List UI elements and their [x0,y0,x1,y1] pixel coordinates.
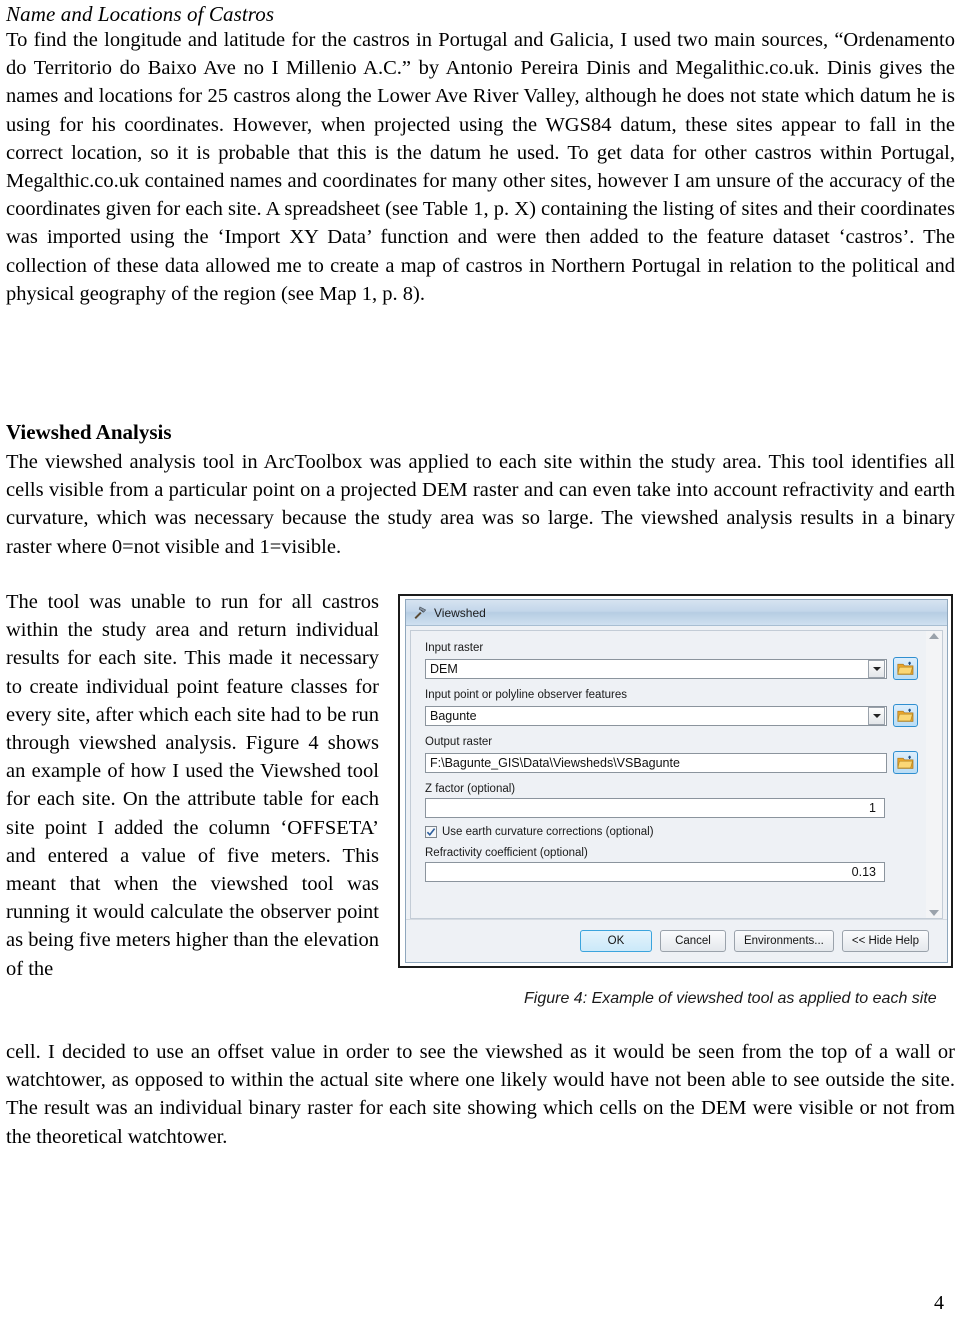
folder-open-icon [897,661,914,676]
label-refractivity-coefficient: Refractivity coefficient (optional) [425,847,588,859]
field-row-output-raster: F:\Bagunte_GIS\Data\Viewsheds\VSBagunte [425,751,926,774]
dialog-footer: OK Cancel Environments... << Hide Help [406,919,947,962]
viewshed-dialog: Viewshed Input raster DEM Input point or… [405,599,948,963]
hammer-icon [412,605,428,620]
page-number: 4 [934,1292,944,1314]
label-z-factor: Z factor (optional) [425,783,516,795]
observer-features-combobox[interactable]: Bagunte [425,705,887,726]
earth-curvature-checkbox[interactable] [425,826,437,838]
field-row-z-factor: 1 [425,798,926,818]
dialog-vertical-scrollbar[interactable] [926,630,943,919]
paragraph-viewshed-analysis: The viewshed analysis tool in ArcToolbox… [6,451,955,558]
checkbox-row-earth-curvature[interactable]: Use earth curvature corrections (optiona… [425,826,926,838]
folder-open-icon [897,708,914,723]
dialog-body: Input raster DEM Input point or polyline… [406,626,947,919]
z-factor-value: 1 [869,801,876,815]
scroll-down-arrow-icon[interactable] [929,910,939,916]
section-heading-viewshed-analysis: Viewshed Analysis [6,420,172,444]
dialog-titlebar: Viewshed [406,600,947,626]
input-raster-value: DEM [430,661,458,676]
chevron-down-icon[interactable] [868,659,885,678]
figure-4-viewshed-dialog-image: Viewshed Input raster DEM Input point or… [398,594,953,968]
document-page: Name and Locations of Castros To find th… [0,0,960,1332]
paragraph-name-and-locations: To find the longitude and latitude for t… [6,29,955,305]
paragraph-wrapped-narrow-column: The tool was unable to run for all castr… [6,591,379,980]
browse-button-output-raster[interactable] [893,751,918,774]
cancel-button[interactable]: Cancel [659,930,726,952]
hide-help-button[interactable]: << Hide Help [841,930,929,952]
dialog-form-pane: Input raster DEM Input point or polyline… [410,630,926,919]
input-raster-combobox[interactable]: DEM [425,658,887,679]
refractivity-value: 0.13 [851,865,876,879]
checkmark-icon [426,828,436,837]
folder-open-icon [897,755,914,770]
field-row-observer-features: Bagunte [425,704,926,727]
chevron-down-icon[interactable] [868,706,885,725]
ok-button[interactable]: OK [579,930,652,952]
field-row-input-raster: DEM [425,657,926,680]
label-observer-features: Input point or polyline observer feature… [425,689,628,701]
field-row-refractivity: 0.13 [425,862,926,882]
paragraph-wrapped-full-width: cell. I decided to use an offset value i… [6,1041,955,1148]
browse-button-observer-features[interactable] [893,704,918,727]
output-raster-value: F:\Bagunte_GIS\Data\Viewsheds\VSBagunte [430,755,680,770]
scroll-up-arrow-icon[interactable] [929,633,939,639]
section-heading-name-and-locations: Name and Locations of Castros [6,2,275,26]
browse-button-input-raster[interactable] [893,657,918,680]
label-input-raster: Input raster [425,642,484,654]
dialog-title-text: Viewshed [434,605,486,620]
refractivity-numberbox[interactable]: 0.13 [425,862,885,882]
z-factor-numberbox[interactable]: 1 [425,798,885,818]
observer-features-value: Bagunte [430,708,477,723]
output-raster-textbox[interactable]: F:\Bagunte_GIS\Data\Viewsheds\VSBagunte [425,752,887,773]
label-output-raster: Output raster [425,736,493,748]
figure-4-caption: Figure 4: Example of viewshed tool as ap… [524,990,937,1007]
earth-curvature-label: Use earth curvature corrections (optiona… [442,826,654,838]
environments-button[interactable]: Environments... [733,930,834,952]
